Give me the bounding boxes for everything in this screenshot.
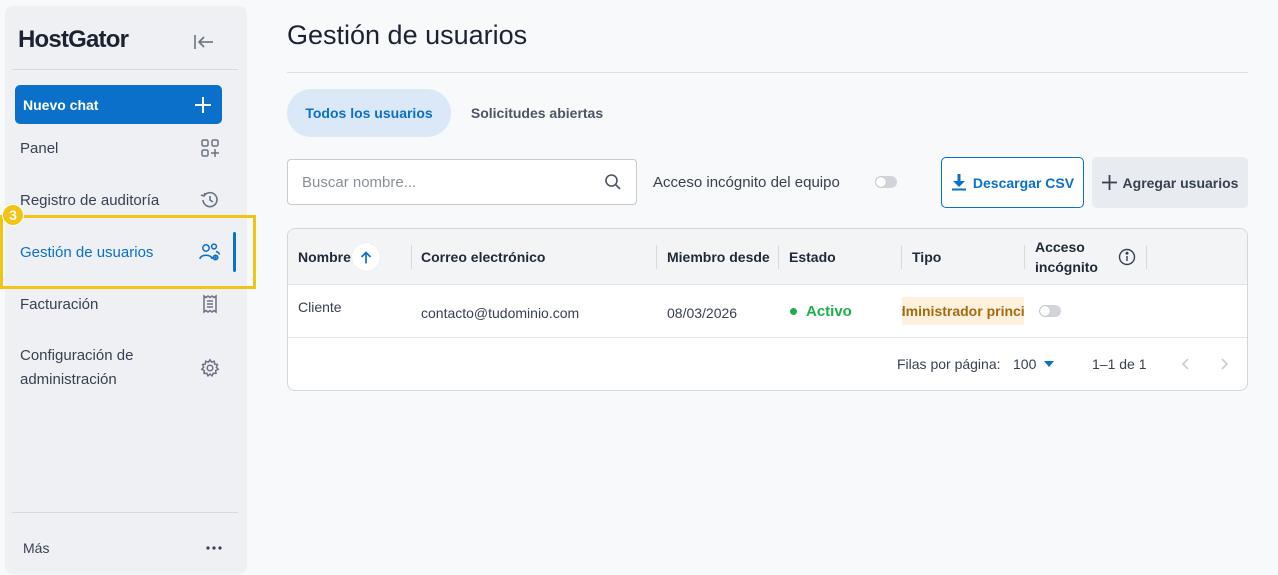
plus-icon	[195, 96, 211, 113]
sidebar-item-admin-settings[interactable]: Configuración de administración	[10, 344, 236, 392]
team-incognito-label: Acceso incógnito del equipo	[653, 174, 840, 191]
tab-all-users[interactable]: Todos los usuarios	[287, 89, 451, 137]
column-separator	[1024, 245, 1025, 269]
cell-name: Cliente	[298, 299, 342, 315]
hostgator-logo: HostGator	[18, 26, 129, 53]
download-csv-label: Descargar CSV	[972, 174, 1075, 191]
cell-member-since: 08/03/2026	[667, 305, 738, 321]
status-label: Activo	[806, 303, 852, 320]
more-menu[interactable]: Más	[10, 540, 236, 556]
caret-down-icon	[1044, 361, 1055, 367]
type-badge: Administrador principal	[902, 297, 1024, 325]
column-header-type[interactable]: Tipo	[912, 229, 941, 285]
user-incognito-toggle[interactable]	[1039, 305, 1061, 317]
column-header-status[interactable]: Estado	[789, 229, 836, 285]
search-box	[287, 159, 637, 205]
title-divider	[287, 72, 1248, 73]
sidebar-item-panel[interactable]: Panel	[10, 136, 236, 160]
gear-icon	[199, 357, 221, 379]
cell-email: contacto@tudominio.com	[421, 305, 580, 321]
sidebar-item-label: Facturación	[20, 295, 99, 313]
header-line-2: incógnito	[1035, 259, 1098, 275]
rows-per-page-label: Filas por página:	[897, 356, 1001, 372]
new-chat-button[interactable]: Nuevo chat	[15, 85, 222, 124]
type-label: Administrador principal	[902, 303, 1024, 319]
column-header-label: Nombre	[298, 249, 351, 265]
search-input[interactable]	[302, 173, 604, 191]
plus-icon	[1101, 175, 1117, 190]
info-icon[interactable]	[1118, 248, 1136, 266]
column-header-incognito[interactable]: Acceso incógnito	[1035, 229, 1098, 285]
sidebar-item-user-management[interactable]: Gestión de usuarios	[10, 227, 236, 277]
sidebar-divider	[12, 69, 238, 70]
table-header: Nombre Correo electrónico Miembro desde …	[288, 229, 1247, 285]
download-icon	[951, 174, 966, 191]
column-separator	[411, 245, 412, 269]
previous-page-button[interactable]	[1175, 354, 1195, 374]
column-separator	[778, 245, 779, 269]
users-table: Nombre Correo electrónico Miembro desde …	[287, 228, 1248, 391]
sidebar: HostGator Nuevo chat Panel Registro de a…	[5, 6, 247, 574]
team-incognito-toggle[interactable]	[875, 176, 897, 188]
history-icon	[199, 189, 221, 211]
chevron-left-icon	[1181, 358, 1189, 370]
collapse-sidebar-button[interactable]	[191, 30, 217, 54]
column-separator	[1146, 245, 1147, 269]
rows-per-page-select[interactable]: 100	[1013, 356, 1055, 372]
pagination-range: 1–1 de 1	[1092, 356, 1147, 372]
status-dot	[790, 308, 797, 315]
sidebar-item-label: Configuración de administración	[20, 344, 133, 392]
label-line-1: Configuración de	[20, 347, 134, 364]
sidebar-item-label: Registro de auditoría	[20, 191, 160, 209]
sidebar-item-label: Gestión de usuarios	[20, 243, 154, 261]
column-header-name[interactable]: Nombre	[298, 229, 380, 285]
column-header-email[interactable]: Correo electrónico	[421, 229, 545, 285]
row-divider	[288, 337, 1247, 338]
add-users-button[interactable]: Agregar usuarios	[1092, 157, 1248, 208]
label-line-2: administración	[20, 371, 117, 388]
receipt-icon	[199, 293, 221, 315]
header-line-1: Acceso	[1035, 239, 1085, 255]
column-separator	[901, 245, 902, 269]
sidebar-item-billing[interactable]: Facturación	[10, 292, 236, 316]
more-horizontal-icon	[206, 546, 222, 550]
arrow-up-icon	[360, 250, 372, 263]
download-csv-button[interactable]: Descargar CSV	[941, 157, 1084, 208]
new-chat-label: Nuevo chat	[23, 96, 99, 113]
sidebar-item-audit-log[interactable]: Registro de auditoría	[10, 188, 236, 212]
collapse-left-icon	[194, 35, 213, 49]
column-separator	[656, 245, 657, 269]
step-badge: 3	[2, 204, 24, 226]
more-label: Más	[23, 540, 50, 556]
status-badge: Activo	[790, 303, 852, 320]
next-page-button[interactable]	[1215, 354, 1235, 374]
add-users-label: Agregar usuarios	[1122, 174, 1239, 191]
sort-button[interactable]	[351, 243, 380, 271]
search-icon[interactable]	[604, 173, 622, 191]
chevron-right-icon	[1221, 358, 1229, 370]
sidebar-item-label: Panel	[20, 139, 59, 157]
tab-open-requests[interactable]: Solicitudes abiertas	[459, 89, 615, 137]
rows-per-page-value: 100	[1013, 356, 1037, 372]
sidebar-divider	[12, 512, 238, 513]
page-title: Gestión de usuarios	[287, 20, 528, 50]
column-header-member-since[interactable]: Miembro desde	[667, 229, 770, 285]
users-gear-icon	[199, 241, 221, 263]
grid-plus-icon	[199, 137, 221, 159]
